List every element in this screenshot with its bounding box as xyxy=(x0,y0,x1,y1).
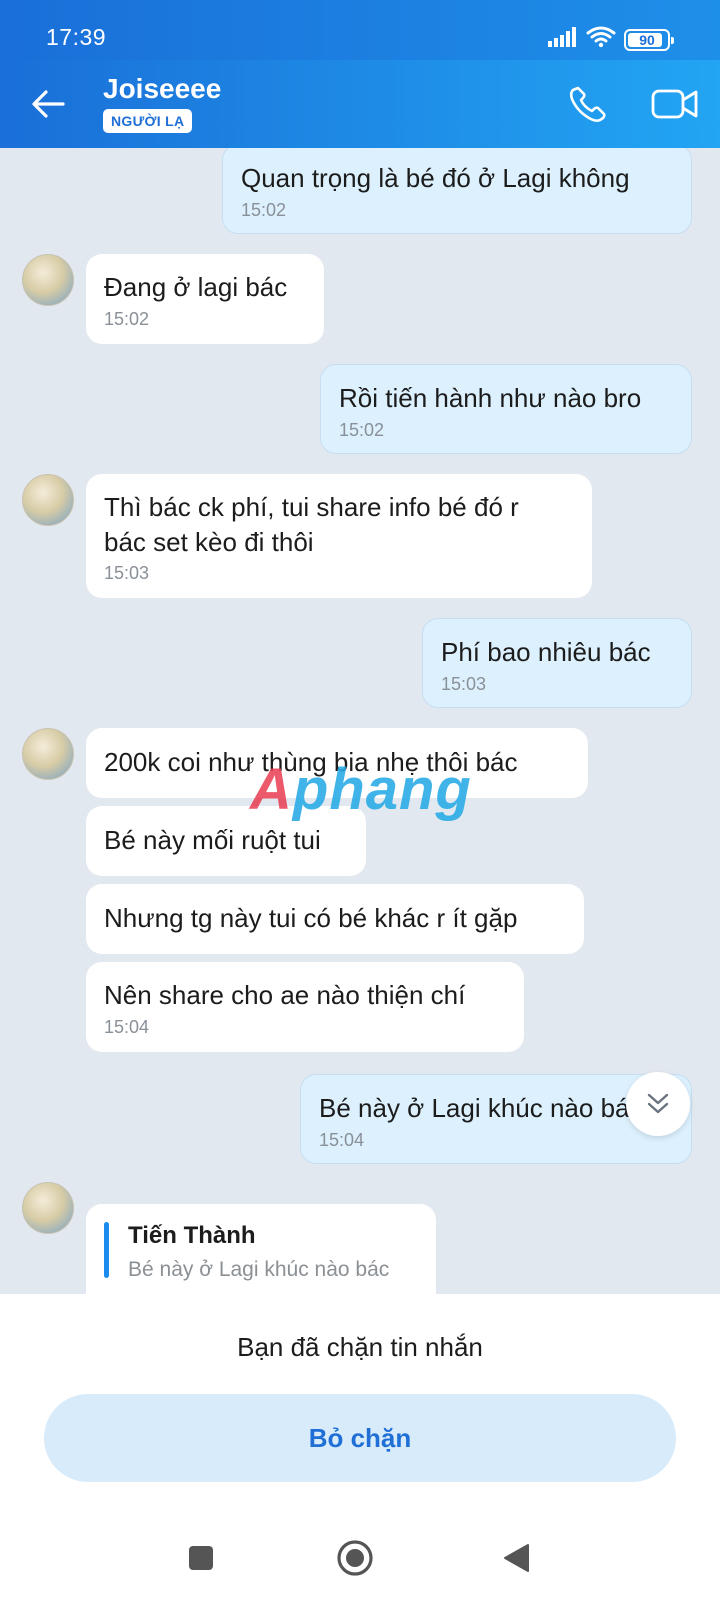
message-time: 15:03 xyxy=(441,673,487,694)
message-bubble-sent[interactable]: Quan trọng là bé đó ở Lagi không 15:02 xyxy=(222,148,692,234)
battery-level: 90 xyxy=(639,31,655,48)
system-back-button[interactable] xyxy=(494,1536,538,1580)
quote-bar xyxy=(104,1222,109,1278)
message-bubble-sent[interactable]: Phí bao nhiêu bác 15:03 xyxy=(422,618,692,708)
unblock-button[interactable]: Bỏ chặn xyxy=(44,1394,676,1482)
double-chevron-down-icon xyxy=(647,1093,669,1114)
battery-nub xyxy=(671,36,674,44)
status-time: 17:39 xyxy=(46,24,107,50)
signal-icon xyxy=(548,27,578,52)
stranger-badge: NGƯỜI LẠ xyxy=(103,109,193,133)
message-bubble-received[interactable]: Nhưng tg này tui có bé khác r ít gặp xyxy=(86,884,584,954)
avatar[interactable] xyxy=(22,1182,74,1234)
message-text-line: Thì bác ck phí, tui share info bé đó r xyxy=(104,492,519,522)
message-time: 15:03 xyxy=(104,563,150,584)
message-bubble-received[interactable]: Nên share cho ae nào thiện chí 15:04 xyxy=(86,962,524,1052)
triangle-back-icon xyxy=(504,1544,529,1572)
home-button[interactable] xyxy=(333,1536,377,1580)
message-text: Nên share cho ae nào thiện chí xyxy=(104,980,466,1010)
recent-apps-button[interactable] xyxy=(179,1536,223,1580)
message-bubble-received[interactable]: Đang ở lagi bác 15:02 xyxy=(86,254,324,344)
status-bar: 17:39 90 xyxy=(0,0,720,60)
video-call-button[interactable] xyxy=(650,82,700,126)
message-text: Rồi tiến hành như nào bro xyxy=(339,383,642,413)
back-button[interactable] xyxy=(26,82,70,126)
square-icon xyxy=(189,1546,213,1570)
status-icons: 90 xyxy=(548,26,674,53)
message-text: Bé này ở Lagi khúc nào bác xyxy=(319,1093,643,1123)
scroll-to-bottom-button[interactable] xyxy=(626,1072,690,1136)
message-text-line: bác set kèo đi thôi xyxy=(104,526,314,557)
circle-icon xyxy=(337,1540,373,1576)
message-text: Bé này mối ruột tui xyxy=(104,825,321,855)
message-bubble-received[interactable]: Thì bác ck phí, tui share info bé đó r b… xyxy=(86,474,592,598)
message-time: 15:02 xyxy=(241,199,287,220)
message-time: 15:02 xyxy=(104,308,150,329)
contact-name[interactable]: Joiseeee xyxy=(103,73,221,105)
video-camera-icon xyxy=(651,89,698,119)
voice-call-button[interactable] xyxy=(566,82,610,126)
system-nav-bar xyxy=(0,1516,720,1600)
avatar[interactable] xyxy=(22,728,74,780)
message-text: Nhưng tg này tui có bé khác r ít gặp xyxy=(104,903,518,933)
message-list[interactable]: Quan trọng là bé đó ở Lagi không 15:02 Đ… xyxy=(0,148,720,1294)
quoted-reply-bubble[interactable]: Tiến Thành Bé này ở Lagi khúc nào bác xyxy=(86,1204,436,1294)
message-text: 200k coi như thùng bia nhẹ thôi bác xyxy=(104,747,518,777)
message-time: 15:04 xyxy=(319,1129,365,1150)
message-time: 15:02 xyxy=(339,419,385,440)
chat-header: Joiseeee NGƯỜI LẠ xyxy=(0,60,720,148)
message-bubble-sent[interactable]: Rồi tiến hành như nào bro 15:02 xyxy=(320,364,692,454)
message-text: Quan trọng là bé đó ở Lagi không xyxy=(241,163,630,193)
message-bubble-received[interactable]: Bé này mối ruột tui xyxy=(86,806,366,876)
quote-text: Bé này ở Lagi khúc nào bác xyxy=(128,1258,390,1281)
message-text: Đang ở lagi bác xyxy=(104,272,288,302)
battery-indicator: 90 xyxy=(624,28,674,51)
phone-icon xyxy=(569,86,606,122)
message-bubble-received[interactable]: 200k coi như thùng bia nhẹ thôi bác xyxy=(86,728,588,798)
blocked-notice: Bạn đã chặn tin nhắn xyxy=(237,1332,483,1362)
avatar[interactable] xyxy=(22,474,74,526)
quote-author: Tiến Thành xyxy=(128,1222,256,1249)
wifi-icon xyxy=(586,26,616,53)
message-time: 15:04 xyxy=(104,1016,150,1037)
message-text: Phí bao nhiêu bác xyxy=(441,637,651,667)
arrow-left-icon xyxy=(32,90,65,118)
avatar[interactable] xyxy=(22,254,74,306)
